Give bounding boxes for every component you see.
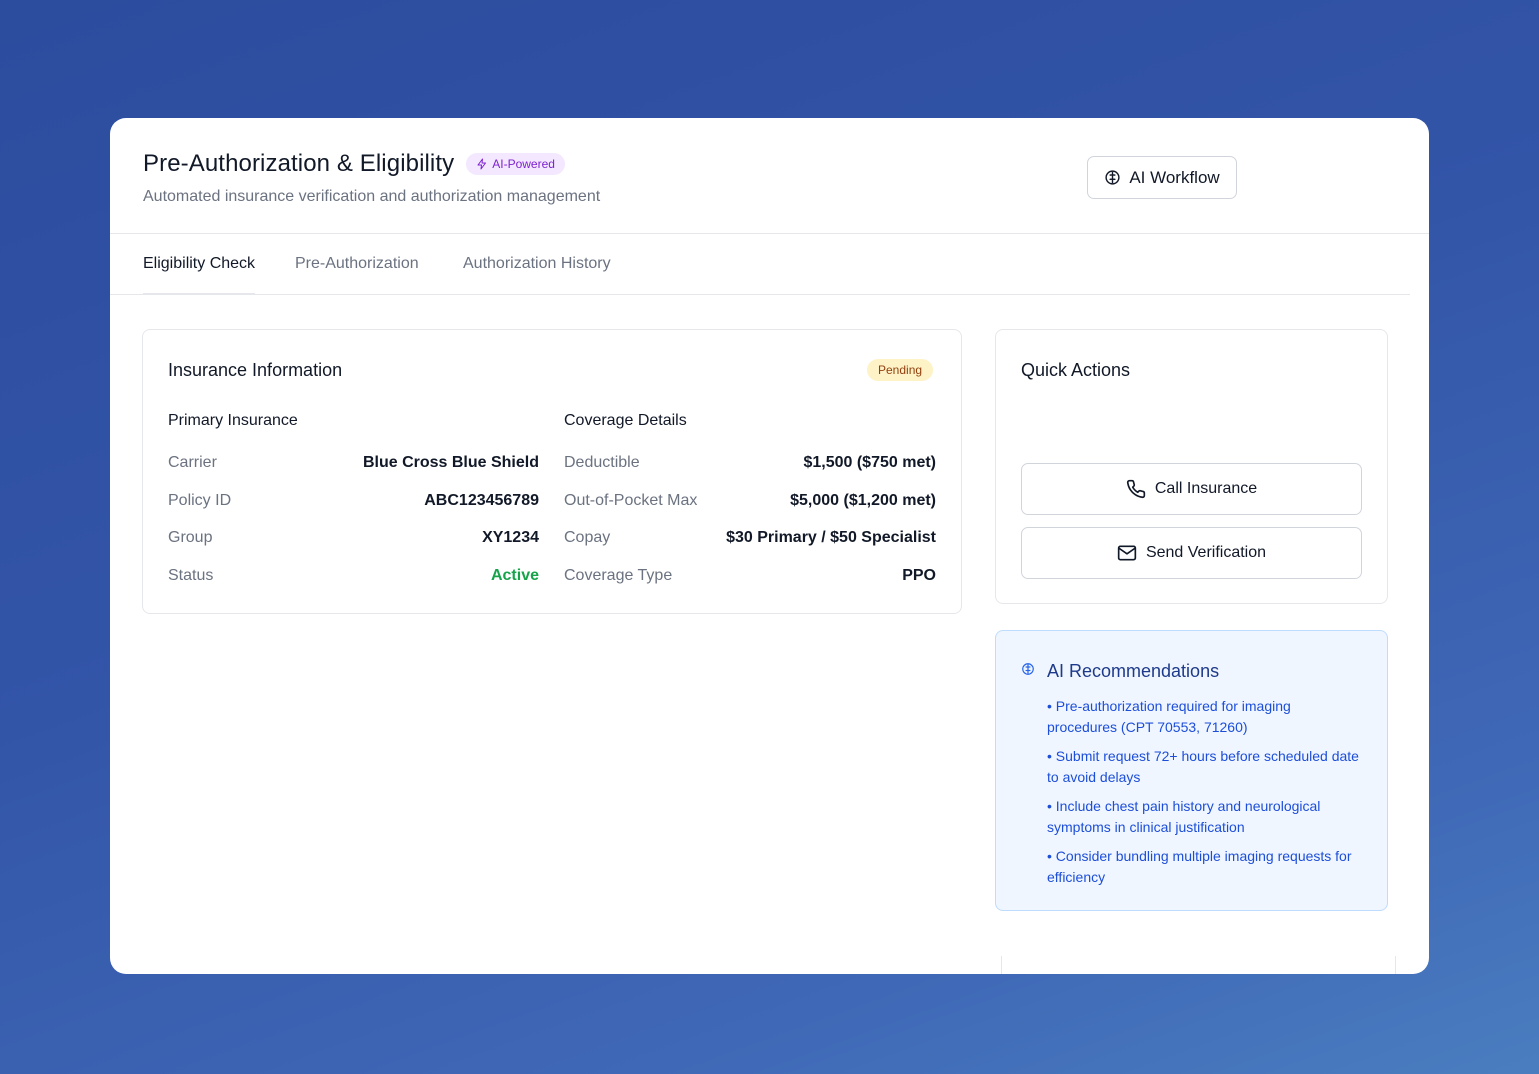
out-of-pocket-label: Out-of-Pocket Max bbox=[564, 492, 698, 509]
group-row: Group XY1234 bbox=[168, 527, 539, 549]
zap-icon bbox=[477, 158, 487, 170]
recommendation-item: • Include chest pain history and neurolo… bbox=[1047, 798, 1321, 835]
coverage-type-value: PPO bbox=[902, 567, 936, 584]
title-row: Pre-Authorization & Eligibility AI-Power… bbox=[143, 150, 565, 178]
quick-actions-title: Quick Actions bbox=[1021, 360, 1131, 380]
ai-recommendations-panel: AI Recommendations • Pre-authorization r… bbox=[995, 630, 1388, 911]
tab-eligibility-check[interactable]: Eligibility Check bbox=[143, 234, 256, 295]
carrier-row: Carrier Blue Cross Blue Shield bbox=[168, 452, 539, 474]
tab-authorization-history[interactable]: Authorization History bbox=[463, 234, 611, 295]
deductible-label: Deductible bbox=[564, 454, 640, 471]
group-label: Group bbox=[168, 529, 213, 546]
mail-icon bbox=[1117, 545, 1137, 561]
send-verification-label: Send Verification bbox=[1145, 544, 1267, 561]
preauth-card: Pre-Authorization & Eligibility AI-Power… bbox=[110, 118, 1429, 974]
status-row: Status Active bbox=[168, 565, 539, 587]
call-insurance-button[interactable]: Call Insurance bbox=[1021, 463, 1362, 515]
policy-id-label: Policy ID bbox=[168, 492, 232, 509]
carrier-label: Carrier bbox=[168, 454, 217, 471]
out-of-pocket-value: $5,000 ($1,200 met) bbox=[790, 492, 936, 509]
recommendation-item: • Pre-authorization required for imaging… bbox=[1047, 698, 1291, 735]
quick-actions-panel: Quick Actions Call Insurance Send Verifi… bbox=[995, 329, 1388, 604]
ai-recommendations-title: AI Recommendations bbox=[1047, 661, 1220, 681]
ai-recommendations-header: AI Recommendations bbox=[1021, 661, 1219, 682]
divider bbox=[1395, 956, 1396, 974]
recommendation-item: • Submit request 72+ hours before schedu… bbox=[1047, 748, 1359, 785]
brain-icon bbox=[1022, 662, 1034, 675]
coverage-details-heading: Coverage Details bbox=[564, 412, 687, 429]
status-label: Status bbox=[168, 567, 214, 584]
tab-bar: Eligibility Check Pre-Authorization Auth… bbox=[110, 234, 1410, 295]
page-subtitle: Automated insurance verification and aut… bbox=[143, 188, 601, 205]
deductible-value: $1,500 ($750 met) bbox=[803, 454, 936, 471]
out-of-pocket-row: Out-of-Pocket Max $5,000 ($1,200 met) bbox=[564, 490, 936, 512]
divider bbox=[1001, 956, 1002, 974]
ai-workflow-button[interactable]: AI Workflow bbox=[1087, 156, 1237, 199]
status-badge: Pending bbox=[867, 359, 934, 381]
call-insurance-label: Call Insurance bbox=[1154, 480, 1258, 497]
recommendation-item: • Consider bundling multiple imaging req… bbox=[1047, 848, 1352, 885]
primary-insurance-heading: Primary Insurance bbox=[168, 412, 298, 429]
recommendation-list: • Pre-authorization required for imaging… bbox=[1047, 696, 1362, 896]
deductible-row: Deductible $1,500 ($750 met) bbox=[564, 452, 936, 474]
status-value: Active bbox=[490, 567, 539, 584]
coverage-type-label: Coverage Type bbox=[564, 567, 673, 584]
tab-pre-authorization[interactable]: Pre-Authorization bbox=[295, 234, 419, 295]
phone-icon bbox=[1126, 479, 1146, 499]
group-value: XY1234 bbox=[482, 529, 539, 546]
ai-powered-label: AI-Powered bbox=[492, 157, 555, 171]
insurance-panel-title: Insurance Information bbox=[168, 360, 343, 380]
policy-id-value: ABC123456789 bbox=[424, 492, 539, 509]
policy-id-row: Policy ID ABC123456789 bbox=[168, 490, 539, 512]
copay-row: Copay $30 Primary / $50 Specialist bbox=[564, 527, 936, 549]
copay-value: $30 Primary / $50 Specialist bbox=[726, 529, 936, 546]
ai-powered-badge: AI-Powered bbox=[466, 153, 565, 175]
send-verification-button[interactable]: Send Verification bbox=[1021, 527, 1362, 579]
insurance-information-panel: Insurance Information Pending Primary In… bbox=[142, 329, 962, 614]
brain-icon bbox=[1105, 170, 1120, 185]
copay-label: Copay bbox=[564, 529, 611, 546]
page-header: Pre-Authorization & Eligibility AI-Power… bbox=[110, 118, 1429, 234]
coverage-type-row: Coverage Type PPO bbox=[564, 565, 936, 587]
page-title: Pre-Authorization & Eligibility bbox=[143, 150, 455, 177]
ai-workflow-label: AI Workflow bbox=[1129, 167, 1220, 187]
carrier-value: Blue Cross Blue Shield bbox=[362, 454, 539, 471]
